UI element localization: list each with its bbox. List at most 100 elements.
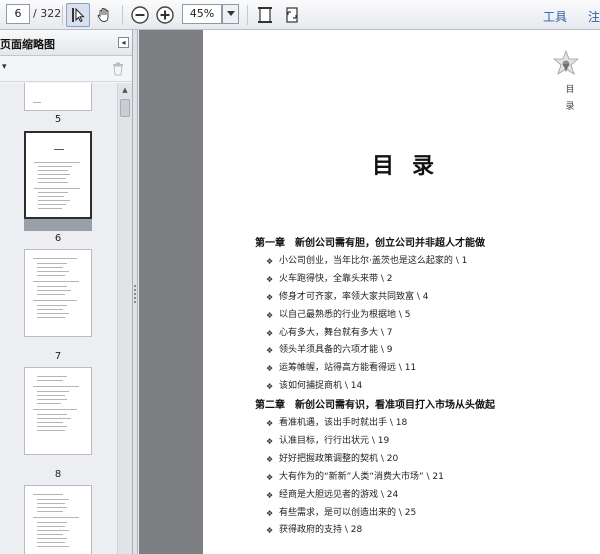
toc-entry[interactable]: ❖ 火车跑得快，全靠头来带 \ 2 (255, 271, 595, 289)
toc-title: 目录 (371, 153, 452, 179)
diamond-bullet-icon: ❖ (266, 454, 274, 464)
toc-entry-text: 火车跑得快，全靠头来带 \ 2 (279, 273, 393, 284)
diamond-bullet-icon: ❖ (266, 490, 274, 500)
star-emblem-icon (552, 49, 580, 75)
toc-entry-text: 以自己最熟悉的行业为根据地 \ 5 (279, 309, 411, 320)
toc-entry[interactable]: ❖ 经商是大胆远见者的游戏 \ 24 (255, 487, 595, 505)
diamond-bullet-icon: ❖ (266, 310, 274, 320)
diamond-bullet-icon: ❖ (266, 328, 274, 338)
toc-entry-text: 小公司创业，当年比尔·盖茨也是这么起家的 \ 1 (279, 256, 468, 266)
diamond-bullet-icon: ❖ (266, 472, 274, 482)
sidebar-scrollbar[interactable]: ▲ (117, 83, 132, 554)
comment-pane-link[interactable]: 注 (588, 8, 600, 25)
diamond-bullet-icon: ❖ (266, 257, 274, 266)
page-number-input[interactable]: 6 (6, 4, 30, 24)
toc-chapter-heading[interactable]: 第一章 新创公司需有胆，创立公司并非超人才能做 (255, 234, 595, 253)
toc-entry[interactable]: ❖ 心有多大，舞台就有多大 \ 7 (255, 325, 595, 343)
diamond-bullet-icon: ❖ (266, 274, 274, 284)
page-total: / 322 (33, 7, 62, 20)
toc-entry[interactable]: ❖ 大有作为的“新新”人类“消费大市场” \ 21 (255, 469, 595, 487)
toc-entry[interactable]: ❖ 领头羊须具备的六项才能 \ 9 (255, 342, 595, 360)
toc-entry-text: 该如何捕捉商机 \ 14 (279, 381, 363, 392)
delete-page-button[interactable] (112, 61, 124, 80)
toc-entry[interactable]: ❖ 好好把握政策调整的契机 \ 20 (255, 451, 595, 469)
toc-entry-text: 大有作为的“新新”人类“消费大市场” \ 21 (279, 471, 444, 482)
vertical-label-char: 目 (565, 85, 575, 95)
toc-entry-text: 好好把握政策调整的契机 \ 20 (279, 453, 399, 464)
toc-entry[interactable]: ❖ 小公司创业，当年比尔·盖茨也是这么起家的 \ 1 (255, 253, 595, 271)
scroll-thumb[interactable] (120, 99, 130, 117)
fit-page-button[interactable] (253, 3, 277, 27)
chevron-down-icon (226, 11, 235, 16)
toc-entry-text: 领头羊须具备的六项才能 \ 9 (279, 345, 393, 356)
zoom-in-button[interactable] (153, 3, 177, 27)
corner-decoration (552, 49, 580, 82)
cursor-icon (72, 7, 85, 23)
toc-entry[interactable]: ❖ 有些需求，是可以创造出来的 \ 25 (255, 505, 595, 523)
toc-entry-text: 心有多大，舞台就有多大 \ 7 (279, 327, 393, 338)
vertical-section-label: 目 录 (565, 82, 575, 116)
scroll-up-arrow[interactable]: ▲ (119, 84, 131, 96)
thumbnail-label: 5 (54, 114, 62, 125)
toc-entry[interactable]: ❖ 获得政府的支持 \ 28 (255, 522, 595, 540)
toc-entry[interactable]: ❖ 看准机遇，该出手时就出手 \ 18 (255, 415, 595, 433)
sidebar-splitter[interactable] (133, 30, 138, 554)
select-tool-button[interactable] (66, 3, 90, 27)
plus-circle-icon (156, 6, 174, 24)
document-viewport[interactable]: 目 录 目录 第一章 新创公司需有胆，创立公司并非超人才能做 ❖ 小公司创业，当年… (139, 30, 600, 554)
diamond-bullet-icon: ❖ (266, 382, 274, 392)
page-thumbnail[interactable] (24, 249, 92, 337)
diamond-bullet-icon: ❖ (266, 346, 274, 356)
page-thumbnail[interactable] (24, 485, 92, 554)
collapse-sidebar-button[interactable]: ◂ (118, 37, 129, 48)
fit-page-icon (258, 7, 272, 23)
toolbar-separator (62, 5, 63, 25)
toc-entry-text: 看准机遇，该出手时就出手 \ 18 (279, 418, 408, 429)
page-thumbnail-selected[interactable] (24, 131, 92, 219)
toc-entry-text: 有些需求，是可以创造出来的 \ 25 (279, 507, 417, 518)
page-thumbnail[interactable] (24, 367, 92, 455)
toc-entry[interactable]: ❖ 运筹帷幄，站得高方能看得远 \ 11 (255, 360, 595, 378)
tools-pane-link[interactable]: 工具 (543, 8, 567, 25)
diamond-bullet-icon: ❖ (266, 437, 274, 447)
toc-entry-text: 认准目标，行行出状元 \ 19 (279, 436, 390, 447)
thumbnail-label: 8 (54, 469, 62, 480)
thumbnail-label: 6 (54, 233, 62, 244)
main-toolbar: 6 / 322 45% 工具 注 (0, 0, 600, 30)
options-menu-button[interactable]: ▾ (2, 62, 7, 72)
zoom-dropdown-button[interactable] (222, 4, 239, 24)
diamond-bullet-icon: ❖ (266, 526, 274, 536)
table-of-contents: 第一章 新创公司需有胆，创立公司并非超人才能做 ❖ 小公司创业，当年比尔·盖茨也是… (255, 234, 595, 540)
diamond-bullet-icon: ❖ (266, 419, 274, 429)
diamond-bullet-icon: ❖ (266, 364, 274, 374)
toolbar-separator (122, 5, 123, 25)
selection-highlight (24, 219, 92, 231)
diamond-bullet-icon: ❖ (266, 292, 274, 302)
fit-width-button[interactable] (280, 3, 304, 27)
trash-icon (113, 62, 123, 76)
fit-width-icon (286, 7, 298, 23)
document-page: 目 录 目录 第一章 新创公司需有胆，创立公司并非超人才能做 ❖ 小公司创业，当年… (203, 30, 600, 554)
toc-entry-text: 修身才可齐家，率领大家共同致富 \ 4 (279, 291, 429, 302)
toc-entry[interactable]: ❖ 该如何捕捉商机 \ 14 (255, 378, 595, 396)
toc-chapter-heading[interactable]: 第二章 新创公司需有识，看准项目打入市场从头做起 (255, 396, 595, 415)
minus-circle-icon (131, 6, 149, 24)
sidebar-header: 页面缩略图 ◂ (0, 30, 132, 56)
diamond-bullet-icon: ❖ (266, 508, 274, 518)
toc-entry[interactable]: ❖ 认准目标，行行出状元 \ 19 (255, 433, 595, 451)
toc-entry-text: 运筹帷幄，站得高方能看得远 \ 11 (279, 363, 417, 374)
hand-icon (97, 8, 109, 22)
splitter-grip[interactable] (134, 285, 136, 303)
toc-entry-text: 经商是大胆远见者的游戏 \ 24 (279, 489, 399, 500)
sidebar-title: 页面缩略图 (0, 38, 55, 51)
toc-entry[interactable]: ❖ 修身才可齐家，率领大家共同致富 \ 4 (255, 289, 595, 307)
page-thumbnail[interactable] (24, 83, 92, 111)
toolbar-separator (247, 5, 248, 25)
sidebar-toolbar: ▾ (0, 56, 132, 82)
hand-tool-button[interactable] (92, 3, 116, 27)
zoom-level-input[interactable]: 45% (182, 4, 222, 24)
thumbnail-list[interactable]: 5 6 7 8 (0, 83, 117, 554)
vertical-label-char: 录 (565, 102, 575, 112)
toc-entry[interactable]: ❖ 以自己最熟悉的行业为根据地 \ 5 (255, 307, 595, 325)
zoom-out-button[interactable] (128, 3, 152, 27)
